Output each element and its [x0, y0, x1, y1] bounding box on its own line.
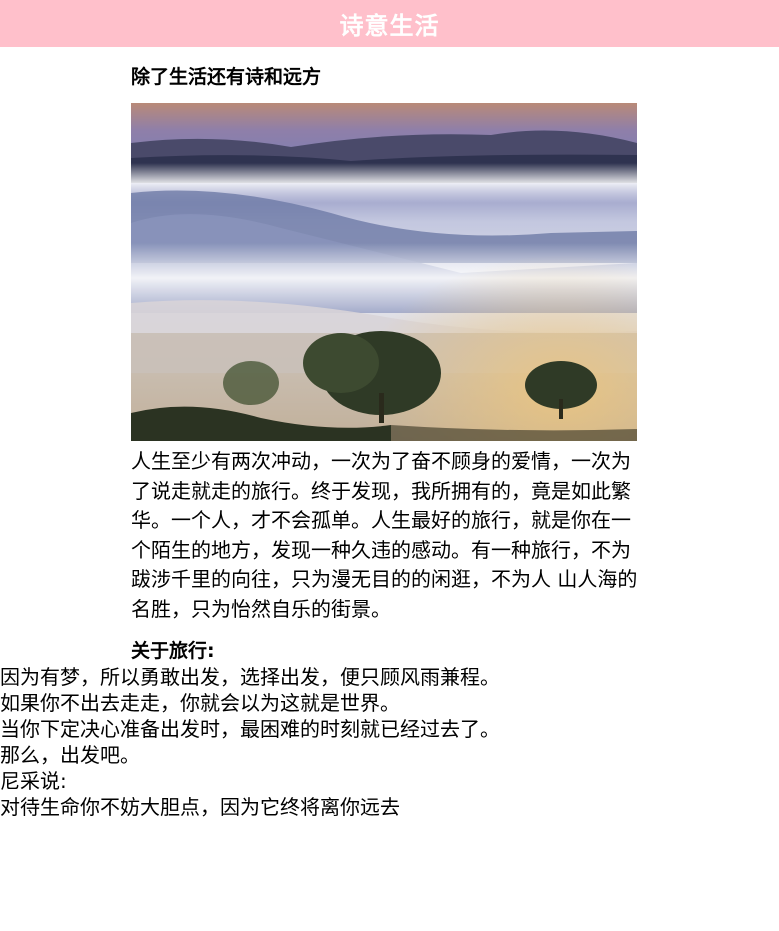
list-item: 因为有梦，所以勇敢出发，选择出发，便只顾风雨兼程。: [0, 664, 500, 690]
intro-paragraph: 人生至少有两次冲动，一次为了奋不顾身的爱情，一次为了说走就走的旅行。终于发现，我…: [131, 449, 638, 621]
quote-text: 因为有梦，所以勇敢出发，选择出发，便只顾风雨兼程。: [0, 665, 500, 689]
travel-quotes-list: 因为有梦，所以勇敢出发，选择出发，便只顾风雨兼程。 如果你不出去走走，你就会以为…: [0, 664, 660, 820]
quote-attribution: 尼采说:: [0, 769, 67, 793]
quote-extra-text: 对待生命你不妨大胆点，因为它终将离你远去: [0, 795, 400, 819]
landscape-photo: [131, 103, 637, 441]
article: 除了生活还有诗和远方 人生至少有两次冲动，一次为了奋不顾身的爱情，一次为了说走就…: [131, 47, 641, 664]
quote-text: 当你下定决心准备出发时，最困难的时刻就已经过去了。那么，出发吧。: [0, 717, 500, 767]
site-title: 诗意生活: [339, 12, 440, 40]
page-header: 诗意生活: [0, 0, 779, 47]
article-heading: 除了生活还有诗和远方: [131, 66, 322, 88]
about-travel-heading: 关于旅行:: [131, 640, 215, 662]
quote-text: 如果你不出去走走，你就会以为这就是世界。: [0, 691, 400, 715]
list-item: 如果你不出去走走，你就会以为这就是世界。: [0, 690, 500, 716]
list-item: 当你下定决心准备出发时，最困难的时刻就已经过去了。那么，出发吧。 尼采说: 对待…: [0, 716, 500, 820]
